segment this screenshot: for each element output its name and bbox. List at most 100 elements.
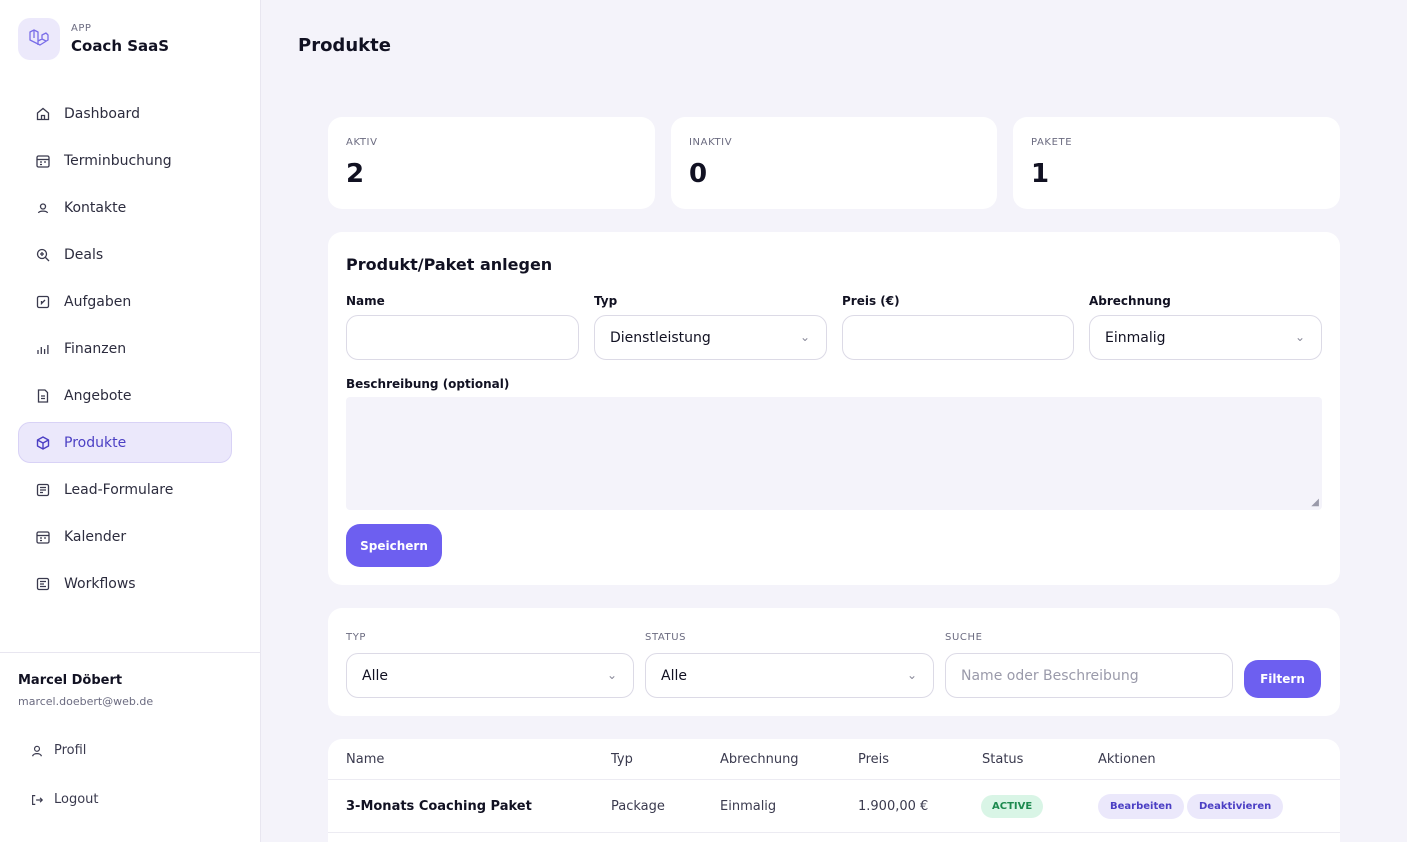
nav-item-terminbuchung[interactable]: Terminbuchung	[18, 140, 232, 181]
column-header-price: Preis	[858, 752, 890, 767]
price-input[interactable]	[842, 315, 1074, 360]
logout-label: Logout	[54, 792, 99, 807]
nav-item-angebote[interactable]: Angebote	[18, 375, 232, 416]
nav-item-dashboard[interactable]: Dashboard	[18, 93, 232, 134]
cube-icon	[35, 435, 51, 451]
nav-item-produkte[interactable]: Produkte	[18, 422, 232, 463]
save-button[interactable]: Speichern	[346, 524, 442, 567]
nav-item-deals[interactable]: Deals	[18, 234, 232, 275]
name-label: Name	[346, 294, 385, 308]
user-name: Marcel Döbert	[18, 673, 123, 688]
column-header-status: Status	[982, 752, 1024, 767]
task-icon	[35, 294, 51, 310]
row-price: 1.900,00 €	[858, 799, 929, 814]
stat-label: AKTIV	[346, 137, 378, 148]
type-filter-select[interactable]: Alle ⌄	[346, 653, 634, 698]
stat-value: 0	[689, 159, 708, 189]
billing-select[interactable]: Einmalig ⌄	[1089, 315, 1322, 360]
page-title: Produkte	[298, 35, 391, 56]
description-textarea[interactable]: ◢	[346, 397, 1322, 510]
nav-item-aufgaben[interactable]: Aufgaben	[18, 281, 232, 322]
edit-button[interactable]: Bearbeiten	[1098, 794, 1185, 819]
create-product-form: Produkt/Paket anlegen Name Typ Dienstlei…	[328, 232, 1340, 585]
nav-label: Lead-Formulare	[64, 481, 174, 498]
home-icon	[35, 106, 51, 122]
nav-label: Angebote	[64, 387, 132, 404]
main-nav: Dashboard Terminbuchung Kontakte Deals A…	[18, 93, 232, 610]
resize-grip-icon[interactable]: ◢	[1311, 497, 1319, 508]
profile-label: Profil	[54, 743, 87, 758]
status-filter-select[interactable]: Alle ⌄	[645, 653, 934, 698]
search-input[interactable]: Name oder Beschreibung	[945, 653, 1233, 698]
nav-label: Deals	[64, 246, 104, 263]
profile-link[interactable]: Profil	[30, 743, 86, 758]
form-icon	[35, 482, 51, 498]
stat-label: PAKETE	[1031, 137, 1073, 148]
user-icon	[30, 744, 44, 758]
status-filter-value: Alle	[661, 667, 687, 684]
column-header-actions: Aktionen	[1098, 752, 1156, 767]
stat-value: 1	[1031, 159, 1050, 189]
laravel-logo-icon	[18, 18, 60, 60]
nav-item-kontakte[interactable]: Kontakte	[18, 187, 232, 228]
price-label: Preis (€)	[842, 294, 900, 308]
table-divider	[328, 779, 1340, 780]
brand[interactable]: APP Coach SaaS	[18, 18, 169, 60]
stat-card-pakete: PAKETE 1	[1013, 117, 1340, 209]
chevron-down-icon: ⌄	[1294, 330, 1305, 344]
calendar-icon	[35, 529, 51, 545]
chevron-down-icon: ⌄	[606, 668, 617, 682]
products-table: Name Typ Abrechnung Preis Status Aktione…	[328, 739, 1340, 842]
deactivate-button[interactable]: Deaktivieren	[1187, 794, 1284, 819]
stat-label: INAKTIV	[689, 137, 733, 148]
table-divider	[328, 832, 1340, 833]
nav-label: Kalender	[64, 528, 127, 545]
workflow-icon	[35, 576, 51, 592]
stat-card-aktiv: AKTIV 2	[328, 117, 655, 209]
sidebar: APP Coach SaaS Dashboard Terminbuchung K…	[0, 0, 261, 842]
row-type: Package	[611, 799, 665, 814]
column-header-name: Name	[346, 752, 385, 767]
nav-label: Dashboard	[64, 105, 140, 122]
search-label: SUCHE	[945, 632, 983, 643]
sidebar-divider	[0, 652, 260, 653]
nav-label: Terminbuchung	[64, 152, 172, 169]
type-select[interactable]: Dienstleistung ⌄	[594, 315, 827, 360]
nav-label: Workflows	[64, 575, 136, 592]
user-email: marcel.doebert@web.de	[18, 695, 154, 708]
brand-name: Coach SaaS	[71, 37, 170, 55]
type-filter-label: TYP	[346, 632, 367, 643]
description-label: Beschreibung (optional)	[346, 377, 510, 391]
chevron-down-icon: ⌄	[799, 330, 810, 344]
chevron-down-icon: ⌄	[906, 668, 917, 682]
type-filter-value: Alle	[362, 667, 388, 684]
name-input[interactable]	[346, 315, 579, 360]
nav-label: Produkte	[64, 434, 127, 451]
form-title: Produkt/Paket anlegen	[346, 255, 553, 274]
nav-item-kalender[interactable]: Kalender	[18, 516, 232, 557]
calendar-booking-icon	[35, 153, 51, 169]
logout-icon	[30, 793, 44, 807]
status-badge: ACTIVE	[981, 795, 1044, 818]
stat-card-inaktiv: INAKTIV 0	[671, 117, 997, 209]
brand-app-label: APP	[71, 23, 92, 34]
nav-label: Aufgaben	[64, 293, 132, 310]
bar-chart-icon	[35, 341, 51, 357]
logout-link[interactable]: Logout	[30, 792, 99, 807]
nav-label: Kontakte	[64, 199, 127, 216]
filter-button[interactable]: Filtern	[1244, 660, 1321, 698]
row-billing: Einmalig	[720, 799, 777, 814]
stat-value: 2	[346, 159, 365, 189]
column-header-billing: Abrechnung	[720, 752, 799, 767]
column-header-type: Typ	[611, 752, 633, 767]
nav-item-lead-formulare[interactable]: Lead-Formulare	[18, 469, 232, 510]
zoom-plus-icon	[35, 247, 51, 263]
billing-select-value: Einmalig	[1105, 329, 1166, 346]
row-name: 3-Monats Coaching Paket	[346, 799, 532, 814]
nav-item-finanzen[interactable]: Finanzen	[18, 328, 232, 369]
nav-item-workflows[interactable]: Workflows	[18, 563, 232, 604]
billing-label: Abrechnung	[1089, 294, 1171, 308]
document-icon	[35, 388, 51, 404]
filter-bar: TYP Alle ⌄ STATUS Alle ⌄ SUCHE Name oder…	[328, 608, 1340, 716]
status-filter-label: STATUS	[645, 632, 687, 643]
